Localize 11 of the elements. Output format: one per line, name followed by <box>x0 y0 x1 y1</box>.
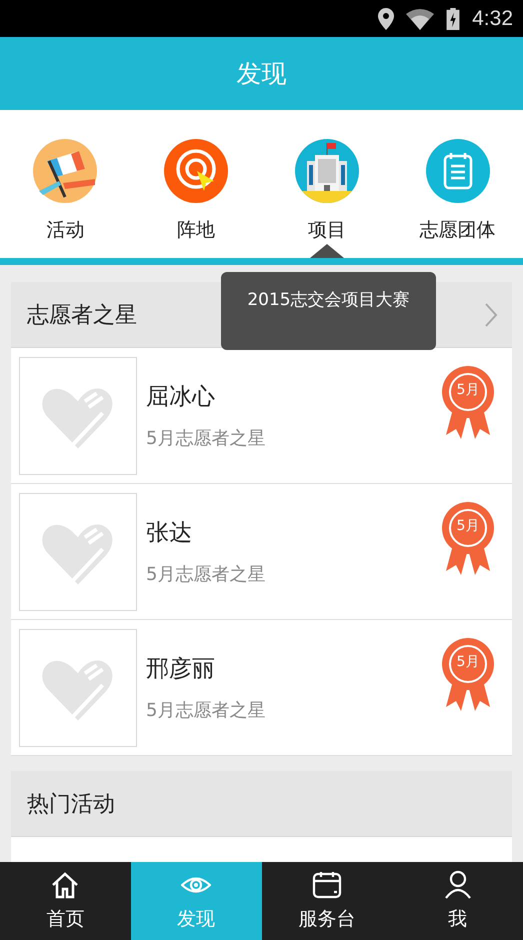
volunteer-subtitle: 5月志愿者之星 <box>146 699 266 722</box>
volunteer-subtitle: 5月志愿者之星 <box>146 563 266 586</box>
volunteer-subtitle: 5月志愿者之星 <box>146 427 266 450</box>
page-title: 发现 <box>236 58 286 90</box>
volunteer-name: 邢彦丽 <box>146 655 216 684</box>
volunteer-name: 张达 <box>146 519 193 548</box>
volunteer-name: 屈冰心 <box>146 383 216 412</box>
section-title: 热门活动 <box>27 790 115 818</box>
status-time: 4:32 <box>472 6 513 30</box>
section-title: 志愿者之星 <box>27 302 137 330</box>
tooltip: 2015志交会项目大赛 <box>221 272 436 350</box>
